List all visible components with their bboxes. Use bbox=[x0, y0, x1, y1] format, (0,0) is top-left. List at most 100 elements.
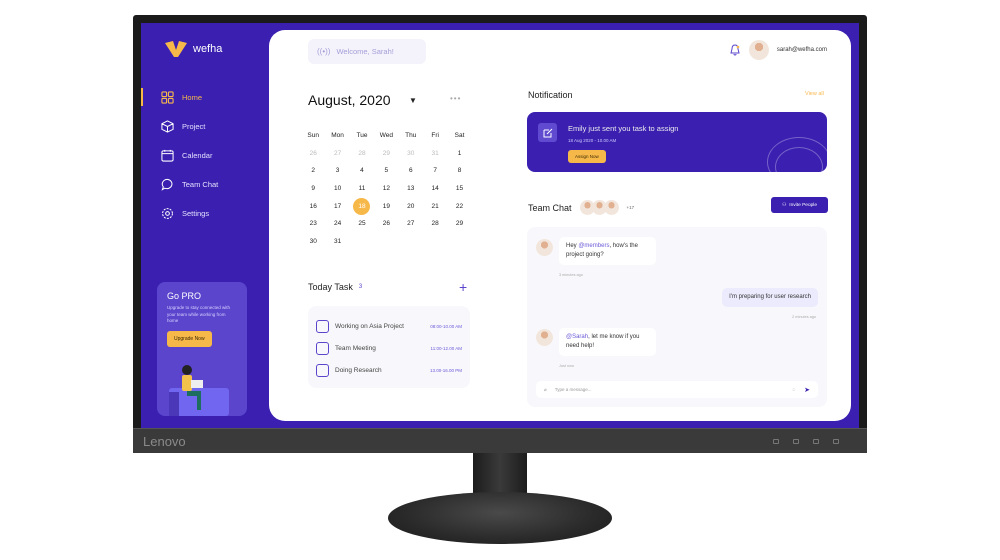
calendar-day-prev-month[interactable]: 30 bbox=[399, 145, 423, 162]
go-pro-card: Go PRO Upgrade to stay connected with yo… bbox=[157, 282, 247, 416]
sidebar-item-team-chat[interactable]: Team Chat bbox=[141, 175, 269, 193]
calendar-day[interactable]: 29 bbox=[447, 215, 471, 232]
calendar-day[interactable]: 12 bbox=[374, 180, 398, 197]
calendar-day[interactable]: 19 bbox=[374, 198, 398, 215]
calendar-day[interactable]: 30 bbox=[301, 233, 325, 250]
monitor-chin: Lenovo bbox=[133, 428, 867, 453]
member-avatars[interactable] bbox=[579, 200, 619, 215]
calendar-day[interactable]: 21 bbox=[423, 198, 447, 215]
calendar-day[interactable]: 7 bbox=[423, 162, 447, 179]
calendar-day[interactable]: 15 bbox=[447, 180, 471, 197]
sidebar-item-settings[interactable]: Settings bbox=[141, 204, 269, 222]
chat-message: Hey @members, how's the project going? bbox=[559, 237, 656, 265]
calendar-day[interactable]: 5 bbox=[374, 162, 398, 179]
chat-message: I'm preparing for user research bbox=[722, 288, 818, 307]
task-item[interactable]: Team Meeting 11:00-12.00 AM bbox=[316, 337, 462, 359]
assign-now-button[interactable]: Assign Now bbox=[568, 150, 606, 163]
monitor-button[interactable] bbox=[793, 439, 799, 444]
calendar-day[interactable]: 20 bbox=[399, 198, 423, 215]
task-item[interactable]: Working on Asia Project 08:00-10.00 AM bbox=[316, 315, 462, 337]
avatar bbox=[536, 239, 553, 256]
task-checkbox[interactable] bbox=[316, 319, 329, 333]
mention[interactable]: @members bbox=[578, 243, 609, 249]
team-chat-title: Team Chat bbox=[528, 202, 572, 213]
calendar-day[interactable]: 22 bbox=[447, 198, 471, 215]
notification-card: Emily just sent you task to assign 18 Au… bbox=[527, 112, 827, 172]
attachment-icon[interactable]: ⌀ bbox=[544, 387, 547, 393]
calendar-day[interactable]: 28 bbox=[423, 215, 447, 232]
calendar-day[interactable]: 17 bbox=[325, 198, 349, 215]
chat-window: Hey @members, how's the project going? 3… bbox=[527, 227, 827, 407]
sidebar-item-calendar[interactable]: Calendar bbox=[141, 146, 269, 164]
chat-message: @Sarah, let me know if you need help! bbox=[559, 328, 656, 356]
calendar-day[interactable]: 9 bbox=[301, 180, 325, 197]
notification-title: Notification bbox=[528, 90, 573, 100]
edit-icon bbox=[538, 123, 557, 142]
message-input[interactable]: Type a message... bbox=[555, 387, 784, 392]
user-email: sarah@wefha.com bbox=[776, 47, 827, 53]
task-item[interactable]: Doing Research 13.00-16.00 PM bbox=[316, 359, 462, 381]
logo[interactable]: wefha bbox=[165, 41, 222, 57]
today-task-title: Today Task bbox=[308, 282, 353, 292]
view-all-link[interactable]: View all bbox=[805, 91, 824, 97]
calendar-day[interactable]: 26 bbox=[374, 215, 398, 232]
send-icon[interactable]: ➤ bbox=[804, 386, 810, 394]
sidebar: wefha Home Project Calendar Team Chat Se… bbox=[141, 23, 269, 428]
calendar-day[interactable]: 11 bbox=[350, 180, 374, 197]
calendar-icon bbox=[161, 149, 174, 162]
invite-people-button[interactable]: ⚇ Invite People bbox=[771, 197, 828, 213]
task-checkbox[interactable] bbox=[316, 341, 329, 355]
bell-icon[interactable] bbox=[729, 44, 741, 56]
user-area: sarah@wefha.com bbox=[729, 40, 827, 60]
sidebar-item-project[interactable]: Project bbox=[141, 117, 269, 135]
calendar-day[interactable]: 6 bbox=[399, 162, 423, 179]
calendar-day[interactable]: 25 bbox=[350, 215, 374, 232]
screen: wefha Home Project Calendar Team Chat Se… bbox=[141, 23, 859, 428]
task-label: Team Meeting bbox=[335, 344, 376, 352]
user-avatar[interactable] bbox=[748, 40, 769, 60]
calendar-day[interactable]: 16 bbox=[301, 198, 325, 215]
upgrade-now-button[interactable]: Upgrade Now bbox=[167, 330, 212, 347]
avatar bbox=[536, 329, 553, 346]
calendar-day[interactable]: 10 bbox=[325, 180, 349, 197]
weekday-label: Sat bbox=[454, 132, 465, 140]
task-label: Doing Research bbox=[335, 366, 382, 374]
calendar-day[interactable]: 3 bbox=[325, 162, 349, 179]
calendar-day[interactable]: 18 bbox=[350, 197, 374, 215]
calendar-day[interactable]: 23 bbox=[301, 215, 325, 232]
calendar-day-prev-month[interactable]: 27 bbox=[325, 145, 349, 162]
main-panel: ((•)) Welcome, Sarah! sarah@wefha.com Au… bbox=[269, 30, 851, 421]
monitor-button[interactable] bbox=[773, 439, 779, 444]
message-text: Hey bbox=[566, 243, 579, 249]
person-illustration bbox=[169, 365, 229, 416]
calendar-day-prev-month[interactable]: 31 bbox=[423, 145, 447, 162]
sidebar-item-home[interactable]: Home bbox=[141, 88, 269, 106]
calendar-day[interactable]: 24 bbox=[325, 215, 349, 232]
caret-down-icon[interactable]: ▼ bbox=[409, 96, 417, 105]
calendar-day-prev-month[interactable]: 29 bbox=[374, 145, 398, 162]
calendar-day[interactable]: 8 bbox=[447, 162, 471, 179]
calendar-grid: Sun Mon Tue Wed Thu Fri Sat 26 27 28 29 30 31 1 2 3 4 5 6 7… bbox=[301, 127, 472, 250]
logo-icon bbox=[165, 41, 187, 57]
message-time: 3 minutes ago bbox=[559, 273, 583, 277]
calendar-day[interactable]: 31 bbox=[325, 233, 349, 250]
add-task-button[interactable]: + bbox=[459, 279, 467, 295]
selected-day: 18 bbox=[353, 197, 371, 215]
calendar-day-prev-month[interactable]: 26 bbox=[301, 145, 325, 162]
monitor-button[interactable] bbox=[813, 439, 819, 444]
monitor-button[interactable] bbox=[833, 439, 839, 444]
calendar-day[interactable]: 14 bbox=[423, 180, 447, 197]
mention[interactable]: @Sarah bbox=[566, 334, 588, 340]
weekday-label: Sun bbox=[307, 132, 319, 140]
calendar-day[interactable]: 27 bbox=[399, 215, 423, 232]
calendar-day[interactable]: 4 bbox=[350, 162, 374, 179]
more-icon[interactable]: ••• bbox=[450, 94, 461, 103]
weekday-label: Tue bbox=[356, 132, 368, 140]
calendar-day-prev-month[interactable]: 28 bbox=[350, 145, 374, 162]
calendar-day[interactable]: 13 bbox=[399, 180, 423, 197]
weekday-label: Thu bbox=[405, 132, 417, 140]
calendar-day[interactable]: 1 bbox=[447, 145, 471, 162]
task-checkbox[interactable] bbox=[316, 363, 329, 377]
emoji-icon[interactable]: ☺ bbox=[792, 387, 797, 392]
calendar-day[interactable]: 2 bbox=[301, 162, 325, 179]
